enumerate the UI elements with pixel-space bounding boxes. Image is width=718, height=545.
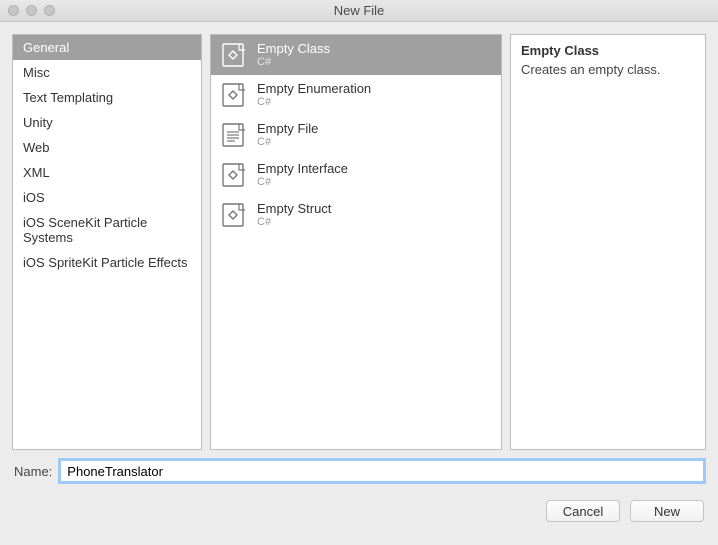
category-item[interactable]: Text Templating — [13, 85, 201, 110]
new-button[interactable]: New — [630, 500, 704, 522]
cancel-button[interactable]: Cancel — [546, 500, 620, 522]
template-item[interactable]: Empty FileC# — [211, 115, 501, 155]
template-item[interactable]: Empty InterfaceC# — [211, 155, 501, 195]
category-item[interactable]: iOS SceneKit Particle Systems — [13, 210, 201, 250]
category-panel: GeneralMiscText TemplatingUnityWebXMLiOS… — [12, 34, 202, 450]
name-input[interactable] — [60, 460, 704, 482]
zoom-icon[interactable] — [44, 5, 55, 16]
category-item[interactable]: XML — [13, 160, 201, 185]
template-lang: C# — [257, 136, 318, 148]
template-lang: C# — [257, 96, 371, 108]
template-item[interactable]: Empty StructC# — [211, 195, 501, 235]
titlebar: New File — [0, 0, 718, 22]
template-panel: Empty ClassC# Empty EnumerationC# Empty … — [210, 34, 502, 450]
template-title: Empty Class — [257, 42, 330, 56]
template-text: Empty ClassC# — [257, 42, 330, 68]
name-row: Name: — [0, 450, 718, 482]
button-row: Cancel New — [0, 482, 718, 536]
template-title: Empty Interface — [257, 162, 348, 176]
template-lang: C# — [257, 216, 331, 228]
file-icon — [219, 201, 247, 229]
close-icon[interactable] — [8, 5, 19, 16]
file-icon — [219, 81, 247, 109]
template-title: Empty Enumeration — [257, 82, 371, 96]
main-content: GeneralMiscText TemplatingUnityWebXMLiOS… — [0, 22, 718, 450]
template-text: Empty StructC# — [257, 202, 331, 228]
window-title: New File — [334, 3, 385, 18]
template-text: Empty InterfaceC# — [257, 162, 348, 188]
template-text: Empty EnumerationC# — [257, 82, 371, 108]
description-panel: Empty Class Creates an empty class. — [510, 34, 706, 450]
window-controls[interactable] — [8, 5, 55, 16]
description-body: Creates an empty class. — [521, 62, 695, 77]
file-icon — [219, 41, 247, 69]
category-item[interactable]: Misc — [13, 60, 201, 85]
description-title: Empty Class — [521, 43, 695, 58]
category-item[interactable]: iOS SpriteKit Particle Effects — [13, 250, 201, 275]
category-item[interactable]: iOS — [13, 185, 201, 210]
name-label: Name: — [14, 464, 52, 479]
category-item[interactable]: General — [13, 35, 201, 60]
file-icon — [219, 121, 247, 149]
template-item[interactable]: Empty ClassC# — [211, 35, 501, 75]
template-lang: C# — [257, 176, 348, 188]
category-item[interactable]: Unity — [13, 110, 201, 135]
minimize-icon[interactable] — [26, 5, 37, 16]
category-item[interactable]: Web — [13, 135, 201, 160]
template-title: Empty File — [257, 122, 318, 136]
template-title: Empty Struct — [257, 202, 331, 216]
template-lang: C# — [257, 56, 330, 68]
template-item[interactable]: Empty EnumerationC# — [211, 75, 501, 115]
file-icon — [219, 161, 247, 189]
template-text: Empty FileC# — [257, 122, 318, 148]
